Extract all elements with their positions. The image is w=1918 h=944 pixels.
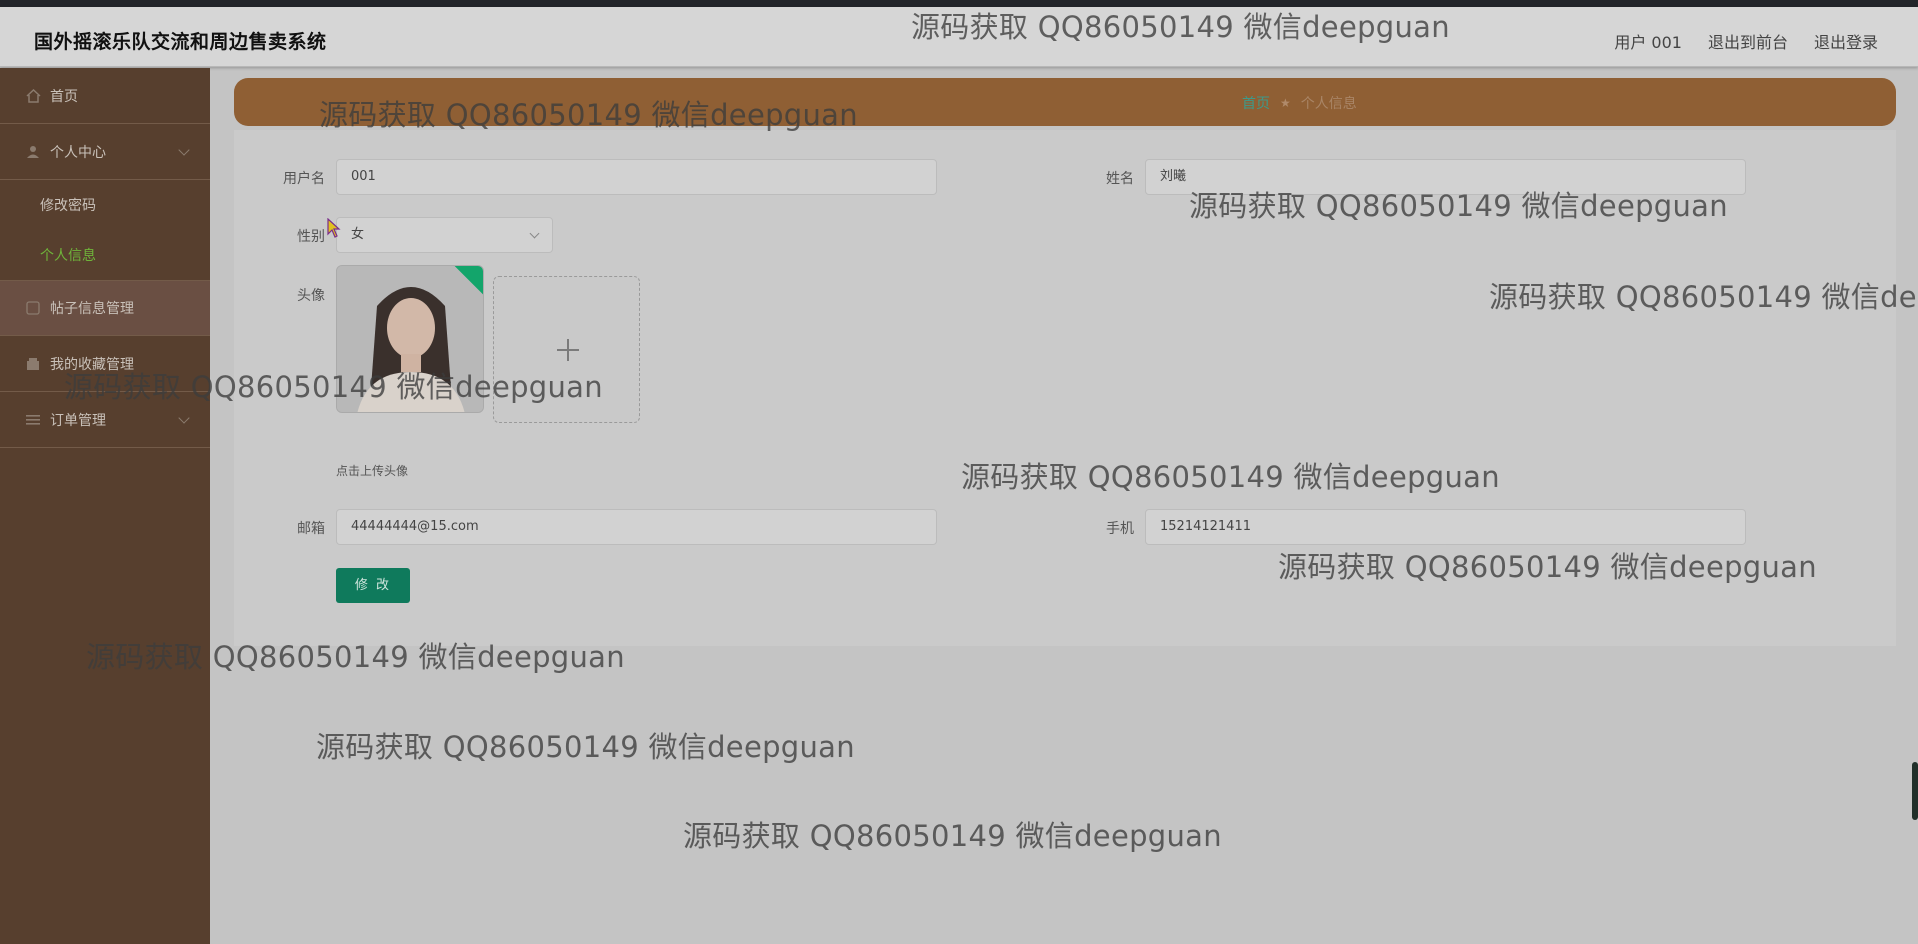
list-icon <box>24 412 42 428</box>
sidebar-item-label: 个人中心 <box>50 144 106 161</box>
gender-select[interactable]: 女 <box>336 217 553 253</box>
email-label: 邮箱 <box>297 521 325 537</box>
chevron-down-icon <box>178 144 190 156</box>
sidebar-item-orders[interactable]: 订单管理 <box>0 392 210 448</box>
sidebar-item-label: 帖子信息管理 <box>50 301 134 317</box>
header-actions: 用户 001 退出到前台 退出登录 <box>1588 29 1878 53</box>
sidebar-item-home[interactable]: 首页 <box>0 68 210 124</box>
sidebar-item-label: 订单管理 <box>50 412 106 429</box>
email-input[interactable]: 44444444@15.com <box>336 509 937 545</box>
header: 国外摇滚乐队交流和周边售卖系统 用户 001 退出到前台 退出登录 <box>0 7 1918 67</box>
top-stripe <box>0 0 1918 7</box>
sidebar-item-posts[interactable]: 帖子信息管理 <box>0 280 210 336</box>
phone-input[interactable]: 15214121411 <box>1145 509 1746 545</box>
username-label: 用户名 <box>283 171 325 187</box>
home-icon <box>24 88 42 104</box>
breadcrumb-separator-icon: ★ <box>1280 96 1291 110</box>
sidebar-item-collections[interactable]: 我的收藏管理 <box>0 336 210 392</box>
collect-icon <box>24 356 42 372</box>
scrollbar[interactable] <box>1912 762 1918 820</box>
post-icon <box>24 300 42 316</box>
breadcrumb-home[interactable]: 首页 <box>1242 93 1270 113</box>
chevron-down-icon <box>178 412 190 424</box>
sidebar-subitem-change-password[interactable]: 修改密码 <box>0 180 210 230</box>
user-icon <box>24 144 42 160</box>
chevron-down-icon <box>529 228 540 239</box>
breadcrumb: 首页 ★ 个人信息 <box>1242 93 1357 113</box>
gender-selected-value: 女 <box>351 227 365 242</box>
app-title: 国外摇滚乐队交流和周边售卖系统 <box>34 31 327 53</box>
sidebar-item-personal-center[interactable]: 个人中心 <box>0 124 210 180</box>
update-button[interactable]: 修 改 <box>336 568 410 603</box>
mouse-cursor-icon <box>327 218 341 238</box>
gender-label: 性别 <box>297 229 325 245</box>
name-input[interactable]: 刘曦 <box>1145 159 1746 195</box>
avatar-upload-hint: 点击上传头像 <box>336 464 409 478</box>
breadcrumb-current: 个人信息 <box>1300 96 1357 112</box>
avatar-portrait <box>337 266 483 412</box>
exit-to-front-link[interactable]: 退出到前台 <box>1708 29 1788 53</box>
current-user: 用户 001 <box>1614 33 1682 52</box>
avatar-image[interactable] <box>336 265 484 413</box>
sidebar: 首页 个人中心 修改密码 个人信息 帖子信息管理 我的收藏管理 订单管理 <box>0 68 210 944</box>
name-label: 姓名 <box>1106 171 1134 187</box>
sidebar-item-label: 首页 <box>50 88 78 105</box>
sidebar-subitem-personal-info[interactable]: 个人信息 <box>0 230 210 280</box>
breadcrumb-bar: 首页 ★ 个人信息 <box>234 78 1896 126</box>
avatar-label: 头像 <box>297 288 325 304</box>
watermark-text: 源码获取 QQ86050149 微信deepguan <box>683 819 1222 853</box>
watermark-text: 源码获取 QQ86050149 微信deepguan <box>316 730 855 764</box>
phone-label: 手机 <box>1106 521 1134 537</box>
avatar-upload-button[interactable] <box>493 276 640 423</box>
logout-link[interactable]: 退出登录 <box>1814 29 1878 53</box>
sidebar-item-label: 我的收藏管理 <box>50 356 134 373</box>
username-input[interactable]: 001 <box>336 159 937 195</box>
